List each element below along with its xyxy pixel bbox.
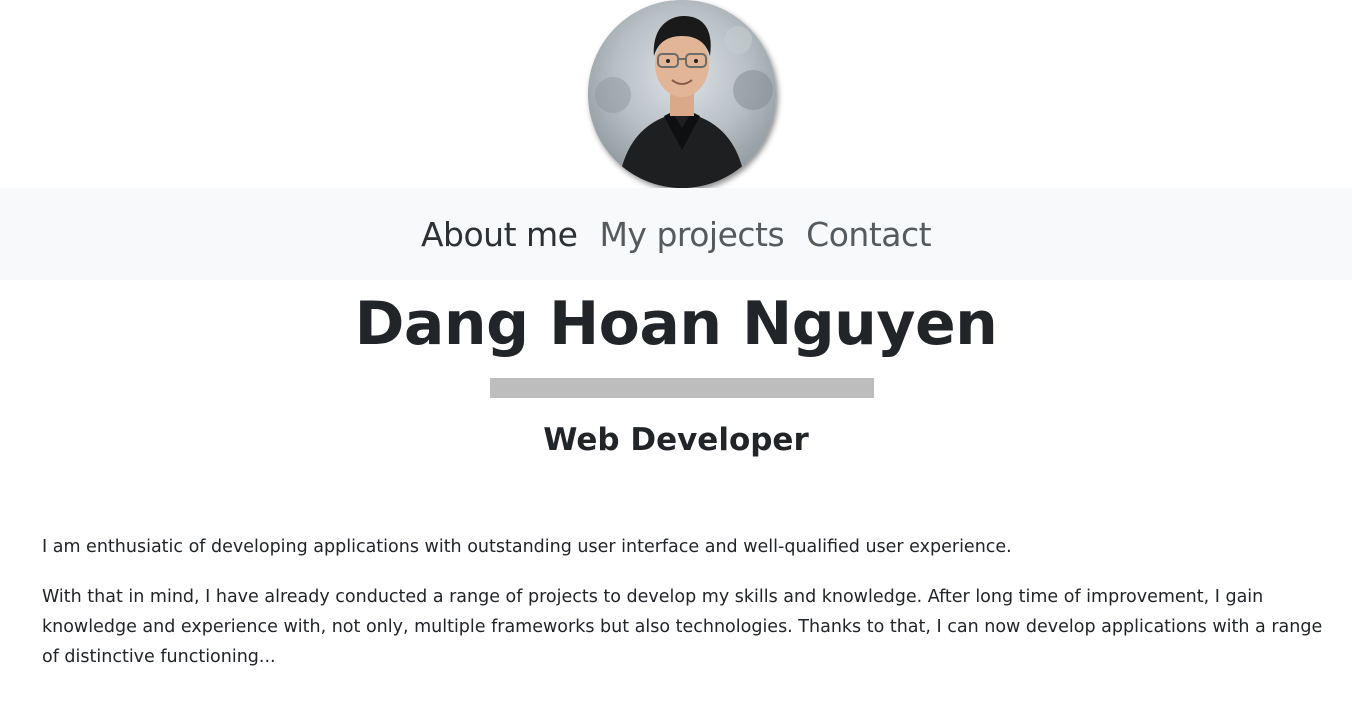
about-section: I am enthusiatic of developing applicati… <box>42 532 1332 692</box>
about-paragraph: With that in mind, I have already conduc… <box>42 587 1323 667</box>
nav-my-projects[interactable]: My projects <box>599 215 784 254</box>
avatar-photo <box>588 0 776 188</box>
navbar: About me My projects Contact <box>0 188 1352 280</box>
page-title: Dang Hoan Nguyen <box>354 289 998 359</box>
nav-contact[interactable]: Contact <box>806 215 931 254</box>
about-paragraph: I am enthusiatic of developing applicati… <box>42 537 1012 557</box>
header <box>0 0 1352 188</box>
job-title: Web Developer <box>543 422 809 458</box>
avatar <box>588 0 776 188</box>
nav-about-me[interactable]: About me <box>421 215 578 254</box>
title-divider <box>490 378 874 398</box>
